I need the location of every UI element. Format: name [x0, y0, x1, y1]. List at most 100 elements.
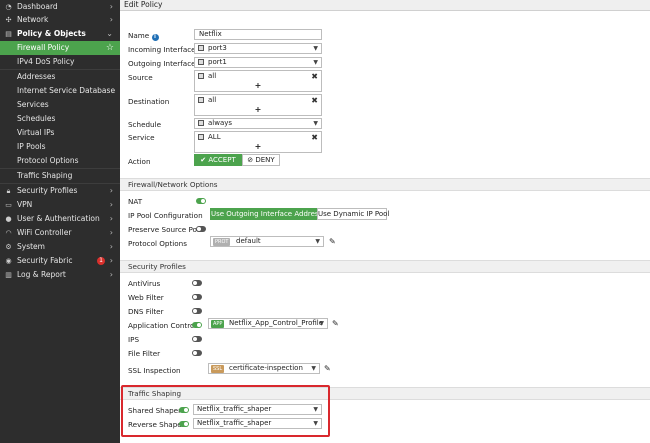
service-field[interactable]: ALL ✖ +: [194, 131, 322, 153]
edit-icon[interactable]: ✎: [329, 237, 336, 246]
sidebar-item-user-authentication[interactable]: ● User & Authentication ›: [0, 212, 120, 226]
edit-policy-form: Name i Netflix Incoming Interface port3 ▼…: [120, 11, 650, 443]
sidebar-item-traffic-shaping[interactable]: Traffic Shaping: [0, 169, 120, 183]
chevron-right-icon: ›: [109, 270, 113, 279]
sidebar-item-internet-service-database[interactable]: Internet Service Database: [0, 84, 120, 98]
protocol-options-select[interactable]: PROT default ▼: [210, 236, 324, 247]
ips-label: IPS: [128, 335, 140, 344]
edit-icon[interactable]: ✎: [324, 364, 331, 373]
policy-icon: ▤: [5, 30, 12, 38]
outgoing-interface-label: Outgoing Interface: [128, 59, 196, 68]
application-control-toggle[interactable]: [192, 322, 202, 328]
chevron-right-icon: ›: [109, 242, 113, 251]
web-filter-label: Web Filter: [128, 293, 164, 302]
address-icon: [198, 97, 204, 103]
chevron-right-icon: ›: [109, 2, 113, 11]
sidebar-item-vpn[interactable]: ▭ VPN ›: [0, 198, 120, 212]
chevron-right-icon: ›: [109, 228, 113, 237]
lock-icon: 🔒︎: [6, 187, 11, 195]
sidebar-item-services[interactable]: Services: [0, 98, 120, 112]
info-icon: i: [151, 34, 159, 41]
deny-button[interactable]: ⊘ DENY: [242, 154, 280, 166]
sidebar-item-schedules[interactable]: Schedules: [0, 112, 120, 126]
source-field[interactable]: all ✖ +: [194, 70, 322, 92]
address-icon: [198, 73, 204, 79]
application-control-select[interactable]: APP Netflix_App_Control_Profile ▼: [208, 318, 328, 329]
accept-button[interactable]: ✔ ACCEPT: [194, 154, 242, 166]
service-icon: [198, 134, 204, 140]
antivirus-label: AntiVirus: [128, 279, 161, 288]
firewall-options-header: Firewall/Network Options: [120, 178, 650, 191]
nat-label: NAT: [128, 197, 143, 206]
sidebar-item-network[interactable]: ✣ Network ›: [0, 13, 120, 27]
calendar-icon: [198, 120, 204, 126]
outgoing-interface-select[interactable]: port1 ▼: [194, 57, 322, 68]
file-filter-label: File Filter: [128, 349, 161, 358]
destination-field[interactable]: all ✖ +: [194, 94, 322, 116]
antivirus-toggle[interactable]: [192, 280, 202, 286]
deny-label: ⊘ DENY: [247, 156, 275, 164]
chart-icon: ▥: [5, 271, 12, 279]
sidebar-item-log-report[interactable]: ▥ Log & Report ›: [0, 268, 120, 282]
sidebar-item-ip-pools[interactable]: IP Pools: [0, 140, 120, 154]
ssl-inspection-select[interactable]: SSL certificate-inspection ▼: [208, 363, 320, 374]
chevron-down-icon: ▼: [315, 238, 320, 245]
prot-tag: PROT: [213, 238, 231, 246]
app-tag: APP: [211, 320, 225, 328]
user-icon: ●: [5, 215, 12, 223]
action-label: Action: [128, 157, 151, 166]
security-profiles-header: Security Profiles: [120, 260, 650, 273]
schedule-label: Schedule: [128, 120, 162, 129]
plus-icon[interactable]: +: [195, 81, 321, 91]
name-label: Name i: [128, 31, 159, 41]
edit-icon[interactable]: ✎: [332, 319, 339, 328]
plus-icon[interactable]: +: [195, 105, 321, 115]
fabric-icon: ◉: [5, 257, 12, 265]
notification-badge: 1: [97, 257, 105, 265]
chevron-right-icon: ›: [109, 256, 113, 265]
sidebar-item-dashboard[interactable]: ◔ Dashboard ›: [0, 0, 120, 14]
nat-toggle[interactable]: [196, 198, 206, 204]
file-filter-toggle[interactable]: [192, 350, 202, 356]
traffic-shaping-highlight-box: [121, 385, 330, 437]
source-label: Source: [128, 73, 153, 82]
dashboard-icon: ◔: [5, 3, 12, 11]
protocol-options-label: Protocol Options: [128, 239, 187, 248]
use-outgoing-interface-button[interactable]: Use Outgoing Interface Address: [210, 208, 322, 220]
incoming-interface-select[interactable]: port3 ▼: [194, 43, 322, 54]
use-dynamic-ip-pool-button[interactable]: Use Dynamic IP Pool: [317, 208, 389, 220]
main-panel: Edit Policy Name i Netflix Incoming Inte…: [120, 0, 650, 443]
sidebar-item-virtual-ips[interactable]: Virtual IPs: [0, 126, 120, 140]
star-icon[interactable]: ☆: [106, 41, 114, 55]
chevron-down-icon: ▼: [313, 45, 318, 52]
application-control-label: Application Control: [128, 321, 197, 330]
ssl-tag: SSL: [211, 365, 225, 373]
sidebar-item-ipv4-dos-policy[interactable]: IPv4 DoS Policy: [0, 55, 120, 69]
ips-toggle[interactable]: [192, 336, 202, 342]
destination-label: Destination: [128, 97, 170, 106]
chevron-down-icon: ▼: [311, 365, 316, 372]
sidebar-item-addresses[interactable]: Addresses: [0, 70, 120, 84]
sidebar-item-policy-objects[interactable]: ▤ Policy & Objects ⌄: [0, 27, 120, 41]
sidebar-item-firewall-policy[interactable]: Firewall Policy ☆: [0, 41, 120, 55]
chevron-down-icon: ⌄: [106, 29, 113, 38]
schedule-select[interactable]: always ▼: [194, 118, 322, 129]
preserve-source-port-label: Preserve Source Port: [128, 225, 203, 234]
sidebar-item-system[interactable]: ⚙ System ›: [0, 240, 120, 254]
dns-filter-toggle[interactable]: [192, 308, 202, 314]
service-label: Service: [128, 133, 155, 142]
dns-filter-label: DNS Filter: [128, 307, 164, 316]
chevron-right-icon: ›: [109, 15, 113, 24]
sidebar-item-security-fabric[interactable]: ◉ Security Fabric 1 ›: [0, 254, 120, 268]
wifi-icon: ◠: [5, 229, 12, 237]
plus-icon[interactable]: +: [195, 142, 321, 152]
preserve-source-port-toggle[interactable]: [196, 226, 206, 232]
web-filter-toggle[interactable]: [192, 294, 202, 300]
sidebar-item-protocol-options[interactable]: Protocol Options: [0, 154, 120, 168]
sidebar: ◔ Dashboard › ✣ Network › ▤ Policy & Objects ⌄…: [0, 0, 120, 443]
sidebar-item-wifi-controller[interactable]: ◠ WiFi Controller ›: [0, 226, 120, 240]
sidebar-item-security-profiles[interactable]: 🔒︎ Security Profiles ›: [0, 184, 120, 198]
monitor-icon: ▭: [5, 201, 12, 209]
incoming-interface-label: Incoming Interface: [128, 45, 196, 54]
name-input[interactable]: Netflix: [194, 29, 322, 40]
